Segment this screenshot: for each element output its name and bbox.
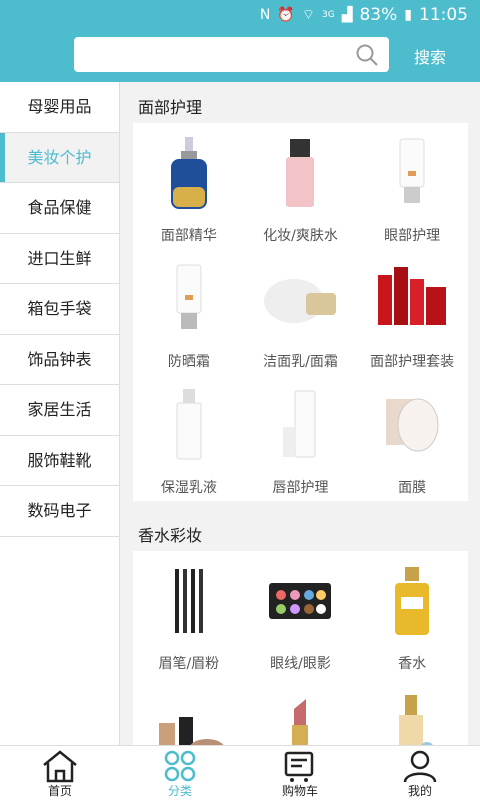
category-tile[interactable]: 化妆/爽肤水 (245, 123, 357, 249)
sidebar-item-food[interactable]: 食品保健 (0, 183, 119, 234)
product-grid: 眉笔/眉粉 眼线/眼影 香水 (133, 551, 468, 745)
category-tile[interactable]: 面膜 (356, 375, 468, 501)
category-label: 香水 (398, 656, 427, 672)
tab-label: 首页 (47, 784, 72, 798)
tab-label: 我的 (407, 784, 432, 798)
tab-category[interactable]: 分类 (120, 746, 240, 800)
bottom-tab-bar: 首页 分类 购物车 我的 (0, 745, 480, 800)
section-title: 香水彩妆 (138, 526, 203, 545)
category-icon (164, 750, 196, 782)
nfc-icon: N (259, 7, 271, 23)
toner-bottle-icon (260, 135, 340, 211)
category-tile[interactable]: 防晒霜 (133, 249, 245, 375)
lip-care-icon (260, 387, 340, 463)
category-label: 眼部护理 (384, 228, 441, 244)
search-button[interactable]: 搜索 (414, 44, 446, 68)
tab-home[interactable]: 首页 (0, 746, 120, 800)
foundation-bottle-icon (372, 689, 452, 745)
search-icon[interactable] (355, 43, 379, 67)
home-icon (43, 750, 77, 783)
category-tile[interactable] (133, 677, 245, 745)
sidebar-item-fresh[interactable]: 进口生鲜 (0, 233, 119, 284)
sidebar-item-jewelry[interactable]: 饰品钟表 (0, 334, 119, 385)
header: 搜索 (0, 30, 480, 82)
category-label: 化妆/爽肤水 (263, 228, 338, 244)
sidebar-item-beauty[interactable]: 美妆个护 (0, 132, 119, 183)
category-tile[interactable] (245, 677, 357, 745)
makeup-set-icon (149, 689, 229, 745)
category-tile[interactable]: 面部精华 (133, 123, 245, 249)
category-label: 面膜 (398, 480, 427, 496)
signal-icon: ▟ (341, 7, 353, 23)
category-label: 洁面乳/面霜 (263, 354, 338, 370)
network-type: 3G (322, 10, 335, 20)
tab-label: 购物车 (281, 784, 318, 798)
tab-label: 分类 (167, 784, 192, 798)
battery-text: 83% (359, 5, 398, 25)
wifi-icon: ⌔ (301, 7, 315, 23)
serum-bottle-icon (149, 135, 229, 211)
eyebrow-pencil-icon (149, 563, 229, 639)
skincare-set-icon (372, 261, 452, 337)
eye-cream-tube-icon (372, 135, 452, 211)
product-grid: 面部精华 化妆/爽肤水 眼部护理 防晒霜 洁面乳/面霜 面部护理套装 保湿乳液 … (133, 123, 468, 501)
cream-jar-icon (260, 261, 340, 337)
sidebar-item-bags[interactable]: 箱包手袋 (0, 284, 119, 335)
clock: 11:05 (419, 5, 468, 25)
category-tile[interactable]: 眼线/眼影 (245, 551, 357, 677)
sidebar-item-home[interactable]: 家居生活 (0, 385, 119, 436)
eyeshadow-palette-icon (260, 563, 340, 639)
sidebar-item-apparel[interactable]: 服饰鞋靴 (0, 435, 119, 486)
category-label: 眉笔/眉粉 (158, 656, 220, 672)
tab-me[interactable]: 我的 (360, 746, 480, 800)
perfume-bottle-icon (372, 563, 452, 639)
category-tile[interactable]: 唇部护理 (245, 375, 357, 501)
category-label: 保湿乳液 (160, 480, 217, 496)
category-tile[interactable]: 香水 (356, 551, 468, 677)
category-tile[interactable]: 眼部护理 (356, 123, 468, 249)
sunscreen-tube-icon (149, 261, 229, 337)
category-label: 防晒霜 (167, 354, 210, 370)
category-tile[interactable] (356, 677, 468, 745)
category-sidebar: 母婴用品 美妆个护 食品保健 进口生鲜 箱包手袋 饰品钟表 家居生活 服饰鞋靴 … (0, 82, 120, 745)
section-title: 面部护理 (138, 98, 203, 117)
category-tile[interactable]: 洁面乳/面霜 (245, 249, 357, 375)
category-label: 面部护理套装 (370, 354, 455, 370)
alarm-icon: ⏰ (277, 7, 295, 23)
face-mask-icon (372, 387, 452, 463)
search-input[interactable] (74, 37, 389, 72)
category-label: 唇部护理 (272, 480, 329, 496)
category-tile[interactable]: 面部护理套装 (356, 249, 468, 375)
sidebar-item-digital[interactable]: 数码电子 (0, 486, 119, 537)
category-label: 面部精华 (160, 228, 217, 244)
cart-icon (284, 751, 314, 782)
category-label: 眼线/眼影 (270, 656, 331, 672)
lotion-bottle-icon (149, 387, 229, 463)
user-icon (403, 750, 437, 783)
sidebar-item-baby[interactable]: 母婴用品 (0, 82, 119, 133)
tab-cart[interactable]: 购物车 (240, 746, 360, 800)
battery-icon: ▮ (404, 7, 412, 23)
category-tile[interactable]: 保湿乳液 (133, 375, 245, 501)
status-bar: N ⏰ ⌔ 3G ▟ 83% ▮ 11:05 (0, 0, 480, 30)
category-content: 面部护理 面部精华 化妆/爽肤水 眼部护理 防晒霜 洁面乳/面霜 面部护理套装 … (120, 82, 480, 745)
lipstick-icon (260, 689, 340, 745)
category-tile[interactable]: 眉笔/眉粉 (133, 551, 245, 677)
